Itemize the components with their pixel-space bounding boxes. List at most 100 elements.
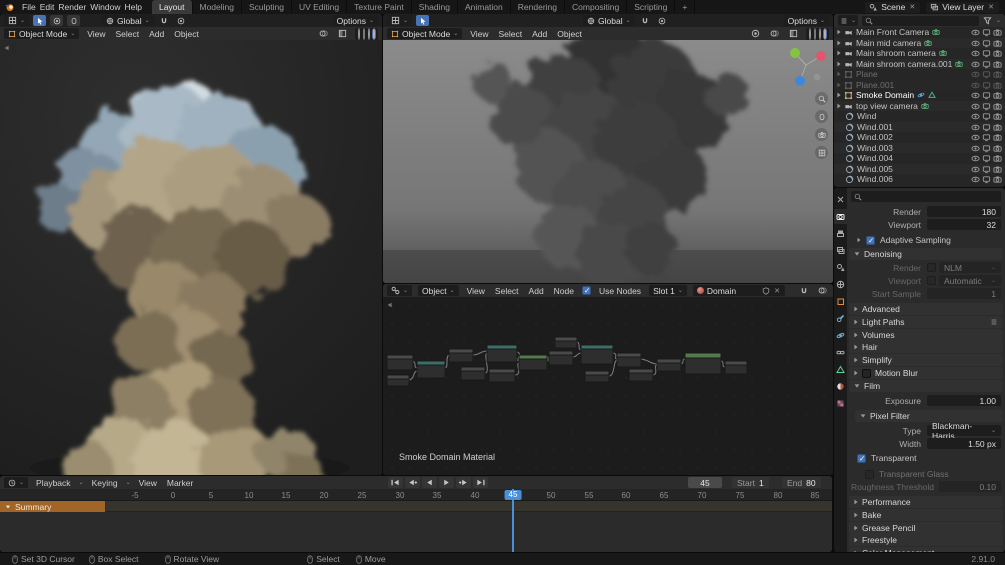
filter-type-dropdown[interactable]: Blackman-Harris ⌄ bbox=[927, 421, 1001, 441]
disable-render-icon[interactable] bbox=[993, 70, 1002, 79]
hide-eye-icon[interactable] bbox=[971, 70, 980, 79]
jump-to-start-button[interactable] bbox=[388, 477, 403, 488]
disable-render-icon[interactable] bbox=[993, 102, 1002, 111]
play-reverse-button[interactable] bbox=[422, 477, 437, 488]
editor-type-button[interactable]: ⌄ bbox=[838, 15, 859, 26]
dopesheet-area[interactable]: Summary bbox=[0, 501, 832, 552]
workspace-tab-animation[interactable]: Animation bbox=[458, 0, 511, 14]
workspace-tab-compositing[interactable]: Compositing bbox=[565, 0, 628, 14]
disable-viewport-icon[interactable] bbox=[982, 112, 991, 121]
camera-view-icon[interactable] bbox=[815, 128, 828, 141]
menu-select[interactable]: Select bbox=[497, 29, 525, 39]
menu-node[interactable]: Node bbox=[552, 286, 576, 296]
start-sample-field[interactable]: 1 bbox=[927, 288, 1001, 299]
preset-list-icon[interactable] bbox=[990, 318, 998, 326]
navigation-gizmo[interactable] bbox=[783, 44, 829, 90]
summary-keyframe-track[interactable] bbox=[105, 501, 832, 512]
tab-constraints[interactable] bbox=[834, 345, 847, 360]
disable-viewport-icon[interactable] bbox=[982, 144, 991, 153]
hair-panel-header[interactable]: Hair bbox=[849, 341, 1003, 353]
tool-cursor-button[interactable] bbox=[50, 15, 64, 26]
snap-magnet-icon[interactable] bbox=[797, 285, 810, 296]
editor-type-button[interactable]: ⌄ bbox=[387, 285, 413, 296]
menu-add[interactable]: Add bbox=[147, 29, 166, 39]
properties-search-input[interactable] bbox=[851, 191, 1001, 202]
shader-type-dropdown[interactable]: Object ⌄ bbox=[418, 285, 459, 296]
motion-blur-checkbox[interactable] bbox=[862, 368, 871, 378]
tab-object-data[interactable] bbox=[834, 362, 847, 377]
tab-modifiers[interactable] bbox=[834, 311, 847, 326]
hide-eye-icon[interactable] bbox=[971, 165, 980, 174]
menu-window[interactable]: Window bbox=[88, 2, 122, 12]
disable-viewport-icon[interactable] bbox=[982, 39, 991, 48]
menu-select[interactable]: Select bbox=[493, 286, 521, 296]
shading-rendered-icon[interactable] bbox=[372, 27, 376, 40]
proportional-editing-icon[interactable] bbox=[175, 15, 188, 26]
menu-marker[interactable]: Marker bbox=[165, 478, 195, 488]
add-workspace-button[interactable]: + bbox=[675, 0, 696, 14]
unlink-material-icon[interactable]: ✕ bbox=[773, 287, 781, 295]
next-keyframe-button[interactable] bbox=[456, 477, 471, 488]
tab-material[interactable] bbox=[834, 379, 847, 394]
hide-eye-icon[interactable] bbox=[971, 91, 980, 100]
toolbar-collapse-icon[interactable] bbox=[3, 44, 11, 52]
disable-render-icon[interactable] bbox=[993, 60, 1002, 69]
disable-viewport-icon[interactable] bbox=[982, 60, 991, 69]
active-tool-select-box-button[interactable] bbox=[416, 15, 430, 26]
slot-dropdown[interactable]: Slot 1 ⌄ bbox=[649, 285, 687, 296]
workspace-tab-layout[interactable]: Layout bbox=[151, 0, 193, 14]
tab-scene[interactable] bbox=[834, 260, 847, 275]
viewport-right-canvas[interactable] bbox=[383, 40, 833, 283]
disable-render-icon[interactable] bbox=[993, 81, 1002, 90]
gizmo-axis-z[interactable] bbox=[795, 76, 805, 86]
adaptive-sampling-checkbox[interactable] bbox=[866, 235, 875, 245]
outliner-item[interactable]: Main shroom camera bbox=[834, 48, 1005, 58]
workspace-tab-scripting[interactable]: Scripting bbox=[627, 0, 676, 14]
menu-file[interactable]: File bbox=[20, 2, 38, 12]
snap-magnet-icon[interactable] bbox=[158, 15, 171, 26]
disable-render-icon[interactable] bbox=[993, 112, 1002, 121]
shading-material-icon[interactable] bbox=[818, 27, 822, 40]
outliner-item[interactable]: Main mid camera bbox=[834, 38, 1005, 48]
fake-user-shield-icon[interactable] bbox=[762, 287, 770, 295]
disable-render-icon[interactable] bbox=[993, 175, 1002, 184]
shading-rendered-icon[interactable] bbox=[823, 27, 827, 40]
freestyle-panel-header[interactable]: Freestyle bbox=[849, 534, 1003, 546]
denoising-panel-header[interactable]: Denoising bbox=[849, 248, 1003, 260]
playhead-frame-badge[interactable]: 45 bbox=[504, 490, 522, 500]
menu-object[interactable]: Object bbox=[555, 29, 584, 39]
editor-type-button[interactable]: ⌄ bbox=[4, 15, 30, 26]
disable-viewport-icon[interactable] bbox=[982, 102, 991, 111]
pan-hand-icon[interactable] bbox=[815, 110, 828, 123]
current-frame-field[interactable]: 45 bbox=[688, 477, 722, 488]
menu-keying[interactable]: Keying bbox=[90, 478, 120, 488]
disable-viewport-icon[interactable] bbox=[982, 28, 991, 37]
outliner-item[interactable]: Smoke Domain bbox=[834, 90, 1005, 100]
active-tool-select-box-button[interactable] bbox=[33, 15, 47, 26]
outliner-item[interactable]: Plane bbox=[834, 69, 1005, 79]
outliner-item[interactable]: Wind.005 bbox=[834, 164, 1005, 174]
film-panel-header[interactable]: Film bbox=[849, 380, 1003, 392]
shading-solid-icon[interactable] bbox=[813, 27, 817, 40]
disable-render-icon[interactable] bbox=[993, 133, 1002, 142]
timeline-ruler[interactable]: -5 0 5 10 15 20 25 30 35 40 50 55 60 65 … bbox=[0, 489, 832, 501]
disable-viewport-icon[interactable] bbox=[982, 49, 991, 58]
tab-render[interactable] bbox=[834, 209, 847, 224]
overlays-icon[interactable] bbox=[768, 28, 781, 39]
editor-type-button[interactable]: ⌄ bbox=[4, 477, 29, 488]
light-paths-panel-header[interactable]: Light Paths bbox=[849, 316, 1003, 328]
shading-solid-icon[interactable] bbox=[362, 27, 366, 40]
xray-icon[interactable] bbox=[787, 28, 800, 39]
gizmo-axis-y[interactable] bbox=[790, 48, 800, 58]
mode-dropdown[interactable]: Object Mode ⌄ bbox=[4, 28, 80, 39]
outliner-item[interactable]: Wind.003 bbox=[834, 143, 1005, 153]
shading-wireframe-icon[interactable] bbox=[357, 27, 361, 40]
workspace-tab-texture-paint[interactable]: Texture Paint bbox=[347, 0, 412, 14]
bake-panel-header[interactable]: Bake bbox=[849, 509, 1003, 521]
node-graph-canvas[interactable]: Smoke Domain Material bbox=[383, 297, 833, 475]
menu-playback[interactable]: Playback bbox=[34, 478, 73, 488]
render-samples-field[interactable]: 180 bbox=[927, 206, 1001, 217]
denoise-render-checkbox[interactable] bbox=[927, 263, 936, 272]
hide-eye-icon[interactable] bbox=[971, 154, 980, 163]
workspace-tab-rendering[interactable]: Rendering bbox=[511, 0, 566, 14]
